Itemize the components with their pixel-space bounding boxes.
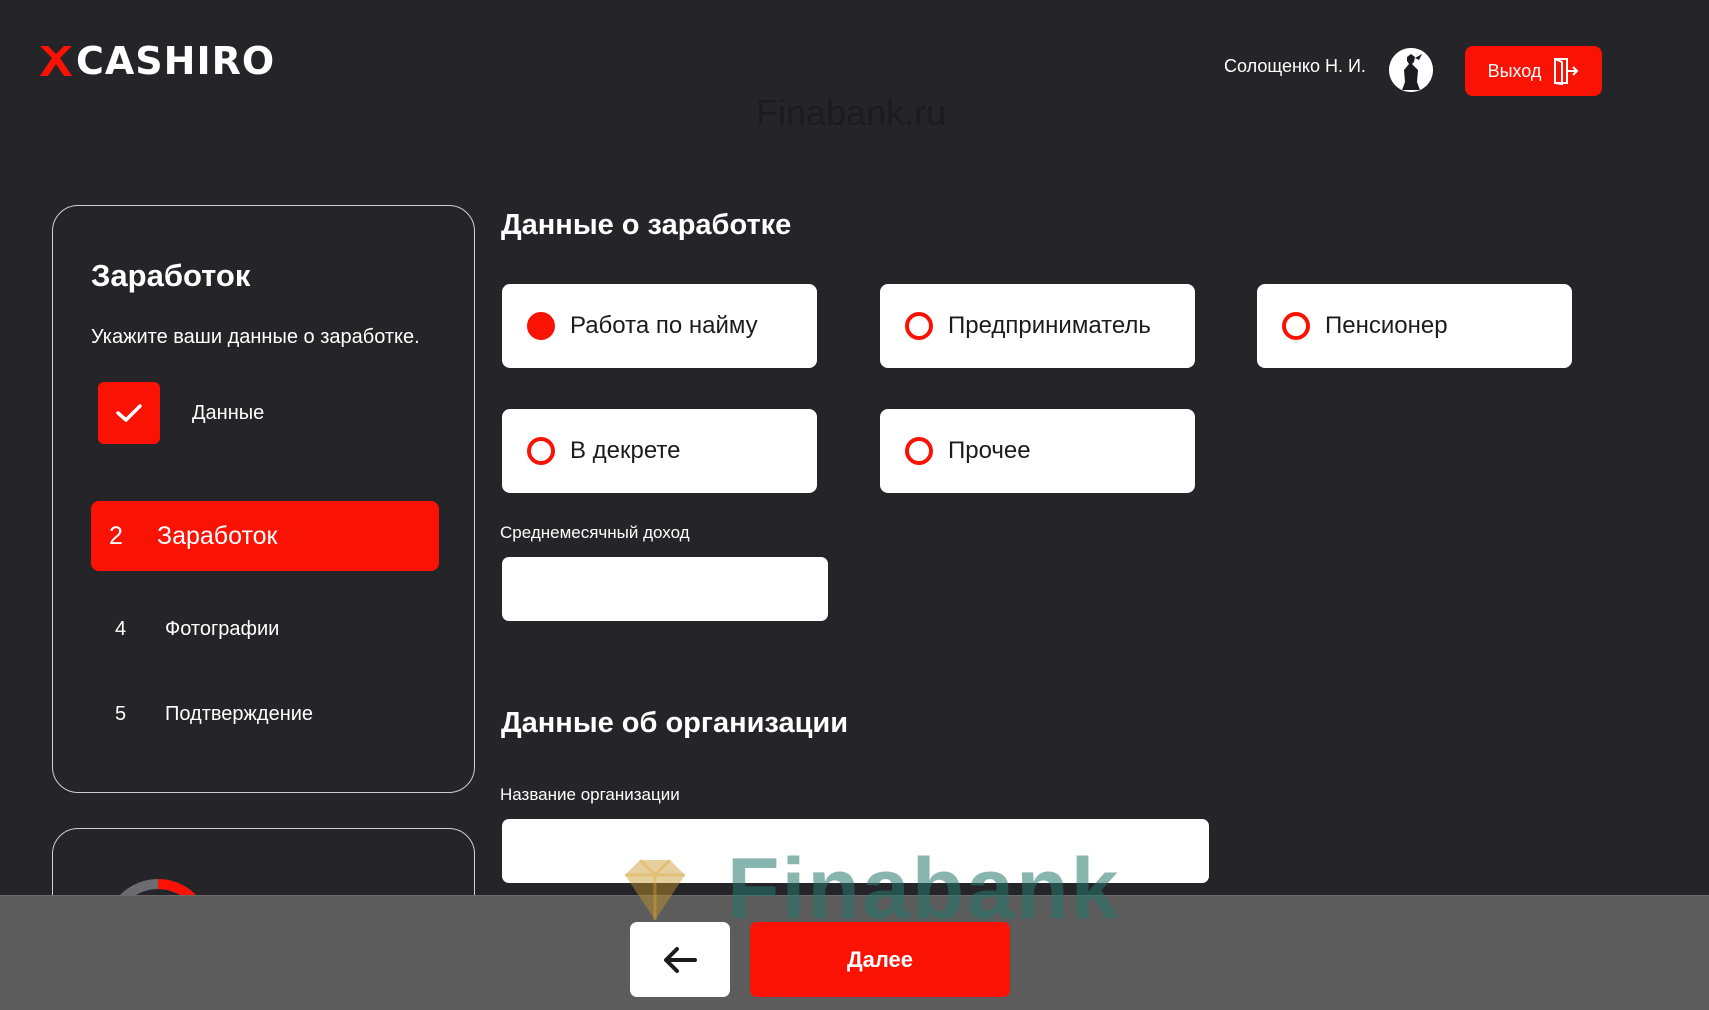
checkmark-icon xyxy=(116,404,142,422)
option-employment[interactable]: Работа по найму xyxy=(502,284,817,368)
radio-unchecked-icon xyxy=(905,437,933,465)
org-name-label: Название организации xyxy=(500,785,680,804)
step-number: 4 xyxy=(115,618,127,640)
income-field-label: Среднемесячный доход xyxy=(500,523,690,542)
step-active-income[interactable]: 2 Заработок xyxy=(91,501,439,571)
step-confirmation[interactable]: 5 Подтверждение xyxy=(115,703,313,726)
avatar-silhouette-icon xyxy=(1389,48,1433,92)
arrow-left-icon xyxy=(664,946,697,973)
sidebar-description: Укажите ваши данные о заработке. xyxy=(91,326,420,348)
option-label: Работа по найму xyxy=(570,312,758,339)
option-entrepreneur[interactable]: Предприниматель xyxy=(880,284,1195,368)
checkmark-box xyxy=(98,382,160,444)
step-photos[interactable]: 4 Фотографии xyxy=(115,618,279,641)
next-button[interactable]: Далее xyxy=(750,922,1010,997)
option-other[interactable]: Прочее xyxy=(880,409,1195,493)
avatar[interactable] xyxy=(1389,48,1433,92)
logout-label: Выход xyxy=(1487,60,1542,81)
logout-door-icon xyxy=(1554,58,1579,85)
radio-checked-icon xyxy=(527,312,555,340)
radio-unchecked-icon xyxy=(1282,312,1310,340)
watermark-top: Finabank.ru xyxy=(756,92,947,133)
income-input[interactable] xyxy=(502,557,828,621)
radio-unchecked-icon xyxy=(527,437,555,465)
option-label: В декрете xyxy=(570,437,681,464)
logout-button[interactable]: Выход xyxy=(1465,46,1602,96)
option-label: Предприниматель xyxy=(948,312,1151,339)
income-section-title: Данные о заработке xyxy=(501,209,792,241)
logo-text: CASHIRO xyxy=(76,39,276,83)
option-label: Пенсионер xyxy=(1325,312,1448,339)
org-name-input[interactable] xyxy=(502,819,1209,883)
user-name: Солощенко Н. И. xyxy=(1224,56,1366,76)
radio-unchecked-icon xyxy=(905,312,933,340)
option-maternity[interactable]: В декрете xyxy=(502,409,817,493)
step-completed-label: Данные xyxy=(192,401,265,424)
step-number: 5 xyxy=(115,703,127,725)
back-button[interactable] xyxy=(630,922,730,997)
step-label: Подтверждение xyxy=(165,703,314,725)
option-pensioner[interactable]: Пенсионер xyxy=(1257,284,1572,368)
step-label: Фотографии xyxy=(165,618,280,640)
step-active-number: 2 xyxy=(109,521,123,550)
step-active-label: Заработок xyxy=(157,521,278,550)
option-label: Прочее xyxy=(948,437,1031,464)
logo: CASHIRO xyxy=(38,40,275,82)
org-section-title: Данные об организации xyxy=(501,707,849,739)
step-completed-data[interactable]: Данные xyxy=(98,382,264,444)
sidebar-title: Заработок xyxy=(91,258,251,293)
logo-mark-icon xyxy=(40,46,72,76)
steps-sidebar: Заработок Укажите ваши данные о заработк… xyxy=(52,205,475,793)
